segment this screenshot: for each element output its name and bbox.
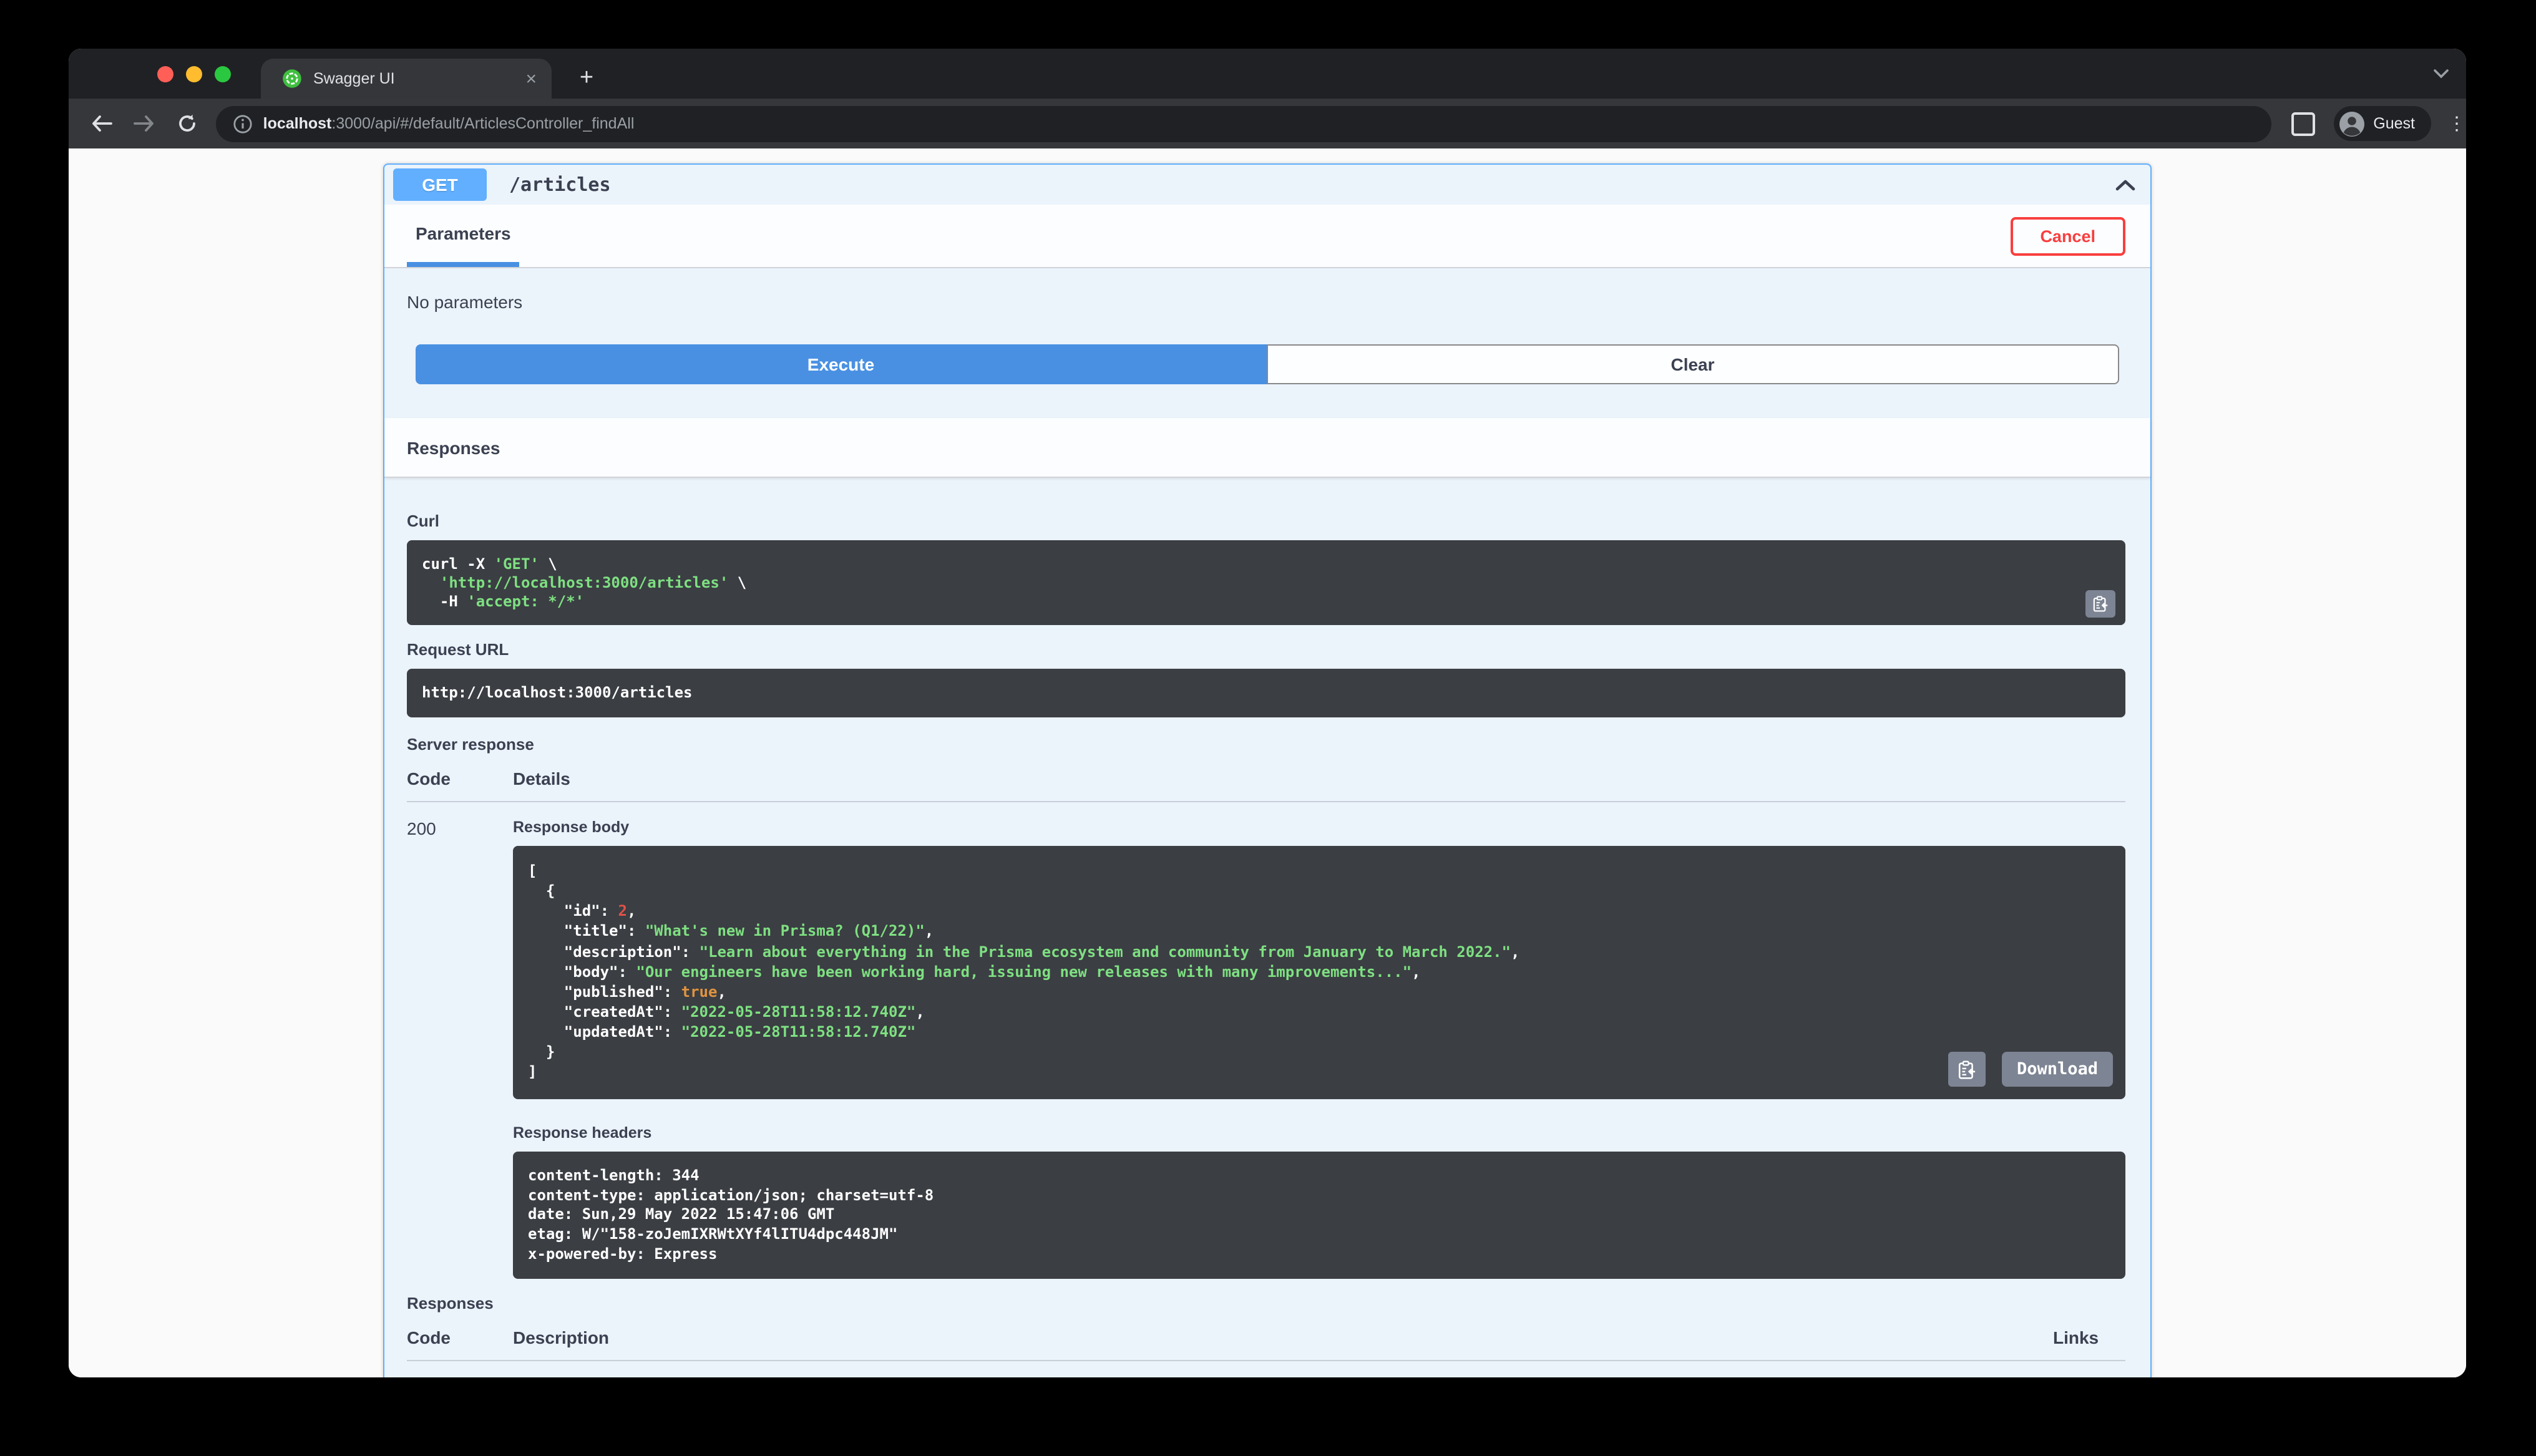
execute-row: Execute Clear	[384, 338, 2150, 418]
browser-toolbar: localhost:3000/api/#/default/ArticlesCon…	[69, 99, 2466, 148]
minimize-window-button[interactable]	[186, 66, 202, 82]
code-column-header-2: Code	[407, 1327, 451, 1348]
url-text: localhost:3000/api/#/default/ArticlesCon…	[263, 115, 635, 132]
browser-tab[interactable]: Swagger UI ×	[261, 59, 552, 99]
code-line: "body": "Our engineers have been working…	[528, 963, 1421, 981]
documented-responses-label: Responses	[407, 1294, 494, 1313]
details-column-header: Details	[513, 769, 570, 789]
curl-label: Curl	[407, 512, 439, 530]
code-column-header: Code	[407, 769, 451, 789]
back-icon[interactable]	[81, 115, 124, 132]
code-line: curl -X 'GET' \	[422, 555, 557, 573]
copy-response-button[interactable]	[1948, 1052, 1986, 1087]
code-line: 'http://localhost:3000/articles' \	[422, 573, 747, 591]
zoom-window-button[interactable]	[215, 66, 231, 82]
request-url-block: http://localhost:3000/articles	[407, 669, 2125, 718]
swagger-page: GET /articles Parameters Cancel No param…	[69, 148, 2466, 1377]
profile-chip[interactable]: Guest	[2333, 106, 2431, 141]
code-line: date: Sun,29 May 2022 15:47:06 GMT	[528, 1205, 835, 1223]
code-line: etag: W/"158-zoJemIXRWtXYf4lITU4dpc448JM…	[528, 1225, 898, 1243]
code-line: "createdAt": "2022-05-28T11:58:12.740Z",	[528, 1002, 925, 1021]
response-headers-label: Response headers	[513, 1124, 652, 1142]
browser-menu-icon[interactable]: ⋮	[2447, 112, 2466, 135]
screenshot-stage: Swagger UI × + localhost:3000/api/#/defa…	[0, 0, 2536, 1456]
browser-window: Swagger UI × + localhost:3000/api/#/defa…	[69, 49, 2466, 1377]
code-line: {	[528, 882, 555, 900]
url-bar[interactable]: localhost:3000/api/#/default/ArticlesCon…	[215, 105, 2271, 142]
request-url-label: Request URL	[407, 640, 509, 659]
no-parameters-text: No parameters	[407, 292, 523, 312]
status-code: 200	[407, 818, 436, 839]
tab-title: Swagger UI	[313, 70, 395, 87]
server-response-label: Server response	[407, 735, 534, 754]
tab-parameters[interactable]: Parameters	[407, 205, 520, 267]
opblock-header[interactable]: GET /articles	[384, 165, 2150, 205]
responses-section-header: Responses	[384, 418, 2150, 478]
code-line: x-powered-by: Express	[528, 1245, 718, 1263]
description-column-header: Description	[513, 1327, 610, 1348]
code-line: "id": 2,	[528, 902, 636, 920]
parameters-header-row: Parameters Cancel	[384, 205, 2150, 268]
avatar-icon	[2338, 110, 2364, 137]
tab-search-chevron-icon[interactable]	[2434, 69, 2449, 79]
endpoint-path: /articles	[509, 173, 611, 196]
details-cell: Response body [ { "id": 2, "title": "Wha…	[513, 818, 2125, 1279]
clear-button[interactable]: Clear	[1266, 344, 2119, 384]
url-path: :3000/api/#/default/ArticlesController_f…	[331, 115, 635, 132]
forward-icon[interactable]	[124, 115, 166, 132]
request-url-value: http://localhost:3000/articles	[422, 684, 693, 702]
url-host: localhost	[263, 115, 332, 132]
code-line: }	[528, 1043, 555, 1061]
server-response-row: 200 Response body [ { "id": 2, "title": …	[407, 818, 2125, 1279]
code-line: content-length: 344	[528, 1167, 700, 1185]
cancel-button[interactable]: Cancel	[2010, 216, 2125, 255]
tab-strip: Swagger UI × +	[69, 49, 2466, 99]
code-line: "updatedAt": "2022-05-28T11:58:12.740Z"	[528, 1022, 916, 1041]
response-body-label: Response body	[513, 818, 630, 837]
reload-icon[interactable]	[166, 114, 208, 133]
code-line: [	[528, 862, 537, 880]
profile-label: Guest	[2373, 115, 2415, 132]
swagger-favicon-icon	[282, 69, 302, 89]
opblock-get-articles: GET /articles Parameters Cancel No param…	[383, 163, 2152, 1377]
method-badge: GET	[393, 168, 487, 201]
execute-button[interactable]: Execute	[416, 344, 1266, 384]
window-controls	[157, 49, 231, 99]
code-line: -H 'accept: */*'	[422, 592, 585, 610]
close-tab-icon[interactable]: ×	[523, 69, 539, 88]
download-button[interactable]: Download	[2001, 1052, 2113, 1087]
side-panel-icon[interactable]	[2291, 112, 2315, 135]
code-line: "description": "Learn about everything i…	[528, 943, 1520, 961]
code-line: "published": true,	[528, 983, 726, 1001]
responses-header-label: Responses	[407, 437, 500, 457]
new-tab-button[interactable]: +	[568, 59, 605, 99]
site-info-icon[interactable]	[233, 114, 252, 133]
code-line: content-type: application/json; charset=…	[528, 1186, 934, 1204]
curl-block: curl -X 'GET' \ 'http://localhost:3000/a…	[407, 540, 2125, 626]
collapse-chevron-icon[interactable]	[2115, 179, 2135, 190]
links-column-header: Links	[2053, 1327, 2099, 1348]
responses-content: Curl curl -X 'GET' \ 'http://localhost:3…	[384, 512, 2150, 1377]
response-headers-block: content-length: 344 content-type: applica…	[513, 1152, 2125, 1279]
code-line: "title": "What's new in Prisma? (Q1/22)"…	[528, 922, 934, 940]
close-window-button[interactable]	[157, 66, 173, 82]
code-line: ]	[528, 1063, 537, 1081]
server-response-table-header: Code Details	[407, 769, 2125, 803]
documented-responses-table-header: Code Description Links	[407, 1327, 2125, 1362]
response-body-block: [ { "id": 2, "title": "What's new in Pri…	[513, 846, 2125, 1100]
response-body-actions: Download	[1948, 1052, 2113, 1087]
copy-curl-button[interactable]	[2085, 590, 2115, 618]
